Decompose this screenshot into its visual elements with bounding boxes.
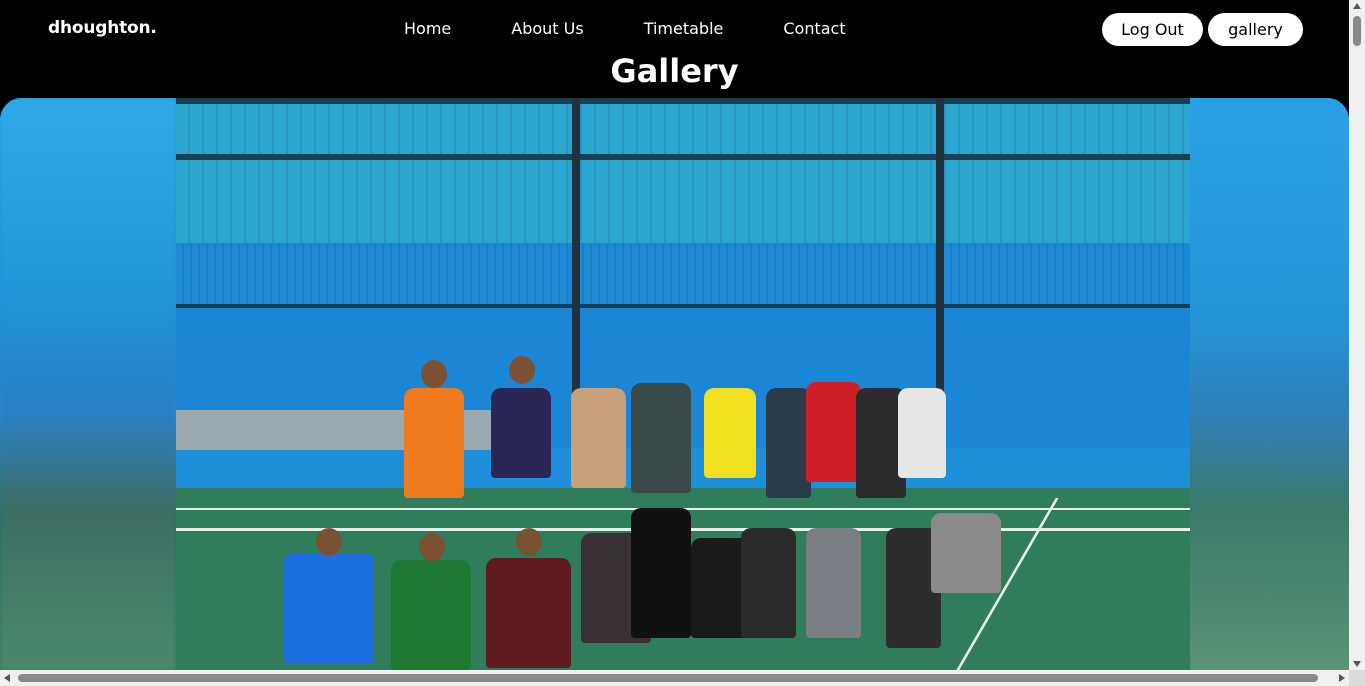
gallery-button[interactable]: gallery: [1208, 13, 1303, 46]
photo-person: [491, 388, 551, 478]
nav-link-about-us[interactable]: About Us: [511, 19, 583, 38]
brand-logo[interactable]: dhoughton.: [48, 18, 157, 38]
photo-person-head: [419, 533, 445, 561]
photo-beam: [176, 98, 1190, 104]
photo-person: [766, 388, 811, 498]
main-nav: Home About Us Timetable Contact: [404, 19, 846, 38]
nav-link-home[interactable]: Home: [404, 19, 451, 38]
horizontal-scrollbar[interactable]: [0, 670, 1349, 686]
scrollbar-corner: [1349, 670, 1365, 686]
photo-person-head: [316, 528, 342, 556]
photo-person-head: [516, 528, 542, 556]
scroll-left-icon[interactable]: [4, 674, 10, 682]
horizontal-scrollbar-thumb[interactable]: [18, 674, 1318, 682]
photo-group: [176, 348, 1190, 670]
scroll-right-icon[interactable]: [1339, 674, 1345, 682]
photo-person: [571, 388, 626, 488]
photo-person: [704, 388, 756, 478]
photo-person: [931, 513, 1001, 593]
photo-person: [486, 558, 571, 668]
photo-person: [284, 553, 374, 663]
photo-person: [806, 528, 861, 638]
navbar: dhoughton. Home About Us Timetable Conta…: [0, 0, 1349, 58]
page-title: Gallery: [610, 52, 739, 90]
photo-person-head: [421, 360, 447, 388]
blurred-left-edge: [0, 98, 176, 670]
photo-person-head: [509, 356, 535, 384]
photo-person: [741, 528, 796, 638]
photo-person: [391, 560, 471, 670]
photo-person: [404, 388, 464, 498]
blurred-right-edge: [1189, 98, 1349, 670]
logout-button[interactable]: Log Out: [1102, 13, 1203, 46]
scroll-up-icon[interactable]: [1353, 3, 1361, 9]
scroll-down-icon[interactable]: [1353, 661, 1361, 667]
nav-link-timetable[interactable]: Timetable: [644, 19, 724, 38]
photo-person: [631, 383, 691, 493]
gallery-photo[interactable]: [176, 98, 1190, 670]
photo-person: [806, 382, 861, 482]
photo-person: [631, 508, 691, 638]
photo-wall-middle: [176, 243, 1190, 311]
gallery-carousel[interactable]: [0, 98, 1349, 670]
photo-beam: [176, 154, 1190, 160]
photo-person: [898, 388, 946, 478]
nav-link-contact[interactable]: Contact: [783, 19, 845, 38]
vertical-scrollbar[interactable]: [1349, 0, 1365, 670]
vertical-scrollbar-thumb[interactable]: [1353, 16, 1361, 46]
